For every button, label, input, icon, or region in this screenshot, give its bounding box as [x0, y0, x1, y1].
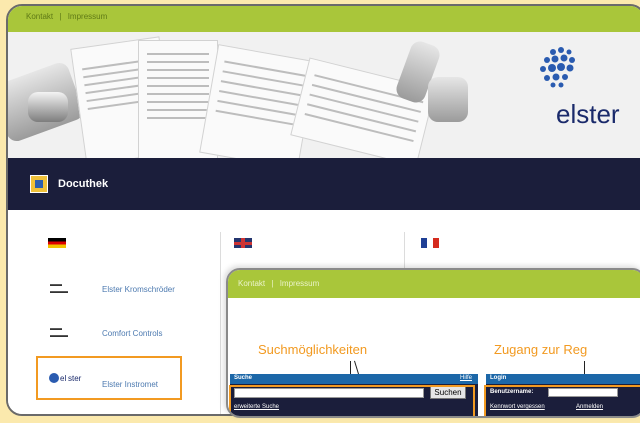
contact-link[interactable]: Kontakt — [26, 12, 53, 21]
login-panel-title: Login — [490, 375, 507, 381]
top-bar: Kontakt | Impressum — [8, 6, 640, 32]
imprint-link[interactable]: Impressum — [68, 12, 108, 21]
docuthek-navbar: Docuthek — [8, 158, 640, 210]
valve-image — [28, 92, 68, 122]
docuthek-icon — [30, 175, 48, 193]
flag-uk-icon[interactable] — [234, 238, 252, 248]
search-panel-title: Suche — [234, 375, 253, 381]
comfort-controls-logo-icon: ▬▬ ▬▬▬ — [50, 326, 68, 339]
zoomed-top-links: Kontakt | Impressum — [238, 279, 323, 288]
instromet-logo-icon: el ster — [49, 373, 82, 383]
brand-link-kromschroeder[interactable]: Elster Kromschröder — [102, 285, 175, 294]
link-separator: | — [59, 12, 62, 21]
flag-germany-icon[interactable] — [48, 238, 66, 248]
svg-text:el: el — [60, 374, 66, 383]
elster-logo-icon — [540, 47, 575, 88]
brand-link-comfort-controls[interactable]: Comfort Controls — [102, 329, 162, 338]
link-separator: | — [271, 279, 274, 288]
help-link[interactable]: Hilfe — [460, 375, 472, 381]
kromschroeder-logo-icon: ▬▬▬▬▬ — [50, 282, 68, 295]
annotation-login: Zugang zur Reg — [494, 342, 588, 357]
svg-text:ster: ster — [68, 374, 82, 383]
brand-link-instromet[interactable]: Elster Instromet — [102, 380, 158, 389]
zoomed-top-bar: Kontakt | Impressum — [228, 270, 640, 298]
highlight-box — [484, 385, 640, 416]
valve-image — [428, 77, 468, 122]
flag-france-icon[interactable] — [421, 238, 439, 248]
annotation-search: Suchmöglichkeiten — [258, 342, 368, 357]
docuthek-title: Docuthek — [58, 178, 109, 190]
column-divider — [220, 232, 221, 414]
zoomed-window: Kontakt | Impressum Suchmöglichkeiten Zu… — [226, 268, 640, 418]
elster-logo-text: elster — [556, 99, 620, 129]
contact-link[interactable]: Kontakt — [238, 279, 265, 288]
top-links: Kontakt | Impressum — [26, 12, 111, 21]
highlight-box — [229, 385, 475, 416]
search-panel-header: Suche Hilfe — [230, 374, 478, 384]
login-panel-header: Login — [486, 374, 640, 384]
imprint-link[interactable]: Impressum — [280, 279, 320, 288]
